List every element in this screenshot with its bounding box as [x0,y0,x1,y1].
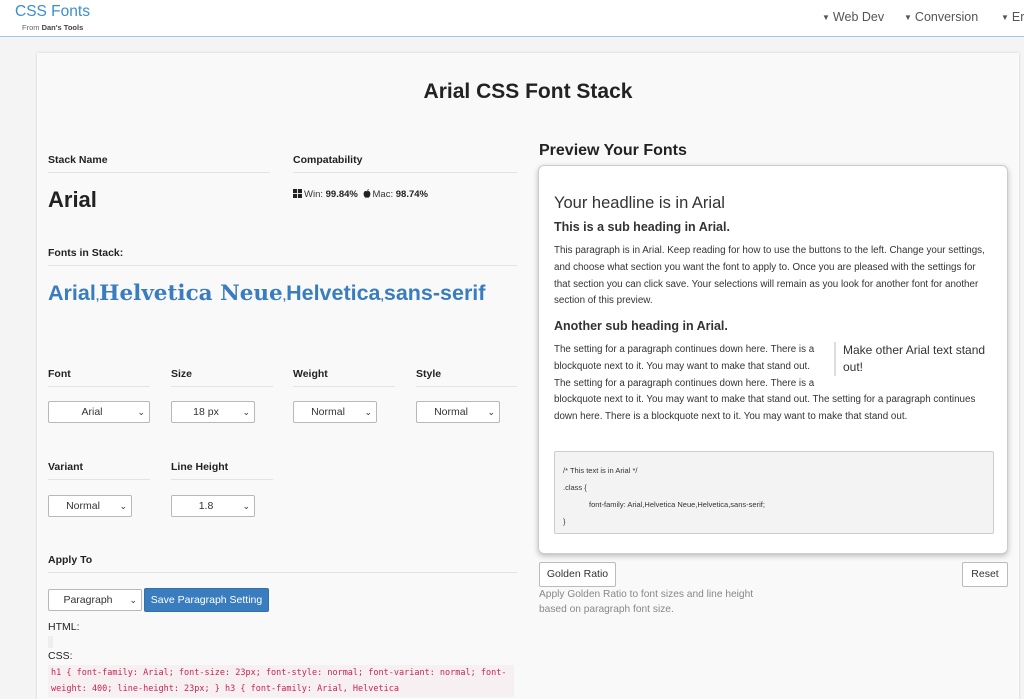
apple-icon [363,189,370,198]
windows-icon [293,189,302,198]
preview-blockquote: Make other Arial text stand out! [834,342,994,376]
font-select[interactable]: Arial ⌄ [48,401,150,423]
style-select[interactable]: Normal ⌄ [416,401,500,423]
variant-select-value: Normal [66,500,100,512]
main-panel: Arial CSS Font Stack Stack Name Arial Co… [37,53,1019,699]
mac-label: Mac: [372,189,394,200]
preview-paragraph-2: Make other Arial text stand out! The set… [554,342,994,426]
size-select[interactable]: 18 px ⌄ [171,401,255,423]
preview-code-block: /* This text is in Arial */ .class { fon… [554,451,994,534]
size-label: Size [171,368,193,380]
apply-to-label: Apply To [48,554,93,566]
style-label: Style [416,368,442,380]
divider [293,172,517,173]
brand-sub-name: Dan's Tools [41,23,84,32]
top-navbar: CSS Fonts From Dan's Tools ▼ Web Dev ▼ Con… [0,0,1024,37]
caret-down-icon: ▼ [904,13,912,22]
line-height-label: Line Height [171,461,229,473]
mac-percent: 98.74% [395,189,428,200]
font-select-value: Arial [81,406,103,418]
font-label: Font [48,368,71,380]
caret-down-icon: ▼ [1001,13,1009,22]
reset-button[interactable]: Reset [962,562,1008,587]
brand-title[interactable]: CSS Fonts [15,3,90,21]
nav-menu-web-dev[interactable]: ▼ Web Dev [822,10,884,24]
fonts-in-stack-label: Fonts in Stack: [48,247,124,259]
variant-select[interactable]: Normal ⌄ [48,495,132,517]
stack-font-sans-serif: sans-serif [383,281,486,305]
line-height-select-value: 1.8 [198,500,214,512]
divider [171,386,273,387]
chevron-down-icon: ⌄ [487,407,495,417]
divider [48,572,517,573]
stack-name-label: Stack Name [48,154,108,166]
brand[interactable]: CSS Fonts From Dan's Tools [15,3,90,32]
weight-label: Weight [293,368,328,380]
weight-select[interactable]: Normal ⌄ [293,401,377,423]
caret-down-icon: ▼ [822,13,830,22]
win-label: Win: [304,189,323,200]
nav-menu-label: Web Dev [832,10,885,24]
chevron-down-icon: ⌄ [137,407,145,417]
nav-menu-more[interactable]: ▼ Er [1001,10,1024,24]
code-close: } [563,517,566,526]
stack-font-arial: Arial [48,281,96,305]
divider [293,386,395,387]
chevron-down-icon: ⌄ [242,407,250,417]
brand-sub-prefix: From [22,23,40,32]
nav-menu-label: Conversion [914,10,979,24]
chevron-down-icon: ⌄ [364,407,372,417]
preview-headline: Your headline is in Arial [554,194,725,212]
stack-name: Arial [48,187,97,212]
css-output-label: CSS: [48,650,73,662]
size-select-value: 18 px [193,406,219,418]
page-title: Arial CSS Font Stack [423,80,633,103]
preview-paragraph-1: This paragraph is in Arial. Keep reading… [554,245,985,307]
divider [48,479,150,480]
chevron-down-icon: ⌄ [129,595,137,605]
html-output[interactable] [48,636,53,648]
divider [171,479,273,480]
apply-to-select-value: Paragraph [63,594,113,606]
compatibility-stats: Win: 99.84% Mac: 98.74% [293,189,428,200]
golden-ratio-button[interactable]: Golden Ratio [539,562,616,587]
chevron-down-icon: ⌄ [119,501,127,511]
preview-card: Your headline is in Arial This is a sub … [538,165,1008,554]
code-comment: /* This text is in Arial */ [563,466,638,475]
fonts-in-stack-list: Arial,Helvetica Neue,Helvetica,sans-seri… [48,280,488,309]
divider [48,386,150,387]
html-output-label: HTML: [48,621,80,633]
golden-ratio-note: Apply Golden Ratio to font sizes and lin… [539,589,754,615]
chevron-down-icon: ⌄ [242,501,250,511]
preview-subheading-1: This is a sub heading in Arial. [554,220,730,234]
win-percent: 99.84% [325,189,358,200]
save-setting-button[interactable]: Save Paragraph Setting [144,588,269,612]
nav-menu-conversion[interactable]: ▼ Conversion [904,10,978,24]
compatibility-label: Compatability [293,154,363,166]
stack-font-helvetica-neue: Helvetica Neue [99,281,283,306]
variant-label: Variant [48,461,84,473]
css-output-code[interactable]: h1 { font-family: Arial; font-size: 23px… [48,665,514,697]
apply-to-select[interactable]: Paragraph ⌄ [48,589,142,611]
preview-subheading-2: Another sub heading in Arial. [554,319,728,333]
code-selector: .class { [563,483,587,492]
stack-font-helvetica: Helvetica [286,281,381,305]
style-select-value: Normal [434,406,468,418]
divider [48,172,270,173]
divider [48,265,517,266]
weight-select-value: Normal [311,406,345,418]
line-height-select[interactable]: 1.8 ⌄ [171,495,255,517]
code-rule: font-family: Arial,Helvetica Neue,Helvet… [589,500,765,509]
brand-subtitle: From Dan's Tools [22,23,90,32]
divider [416,386,517,387]
nav-menu-label: Er [1011,10,1024,24]
preview-title: Preview Your Fonts [539,142,687,159]
